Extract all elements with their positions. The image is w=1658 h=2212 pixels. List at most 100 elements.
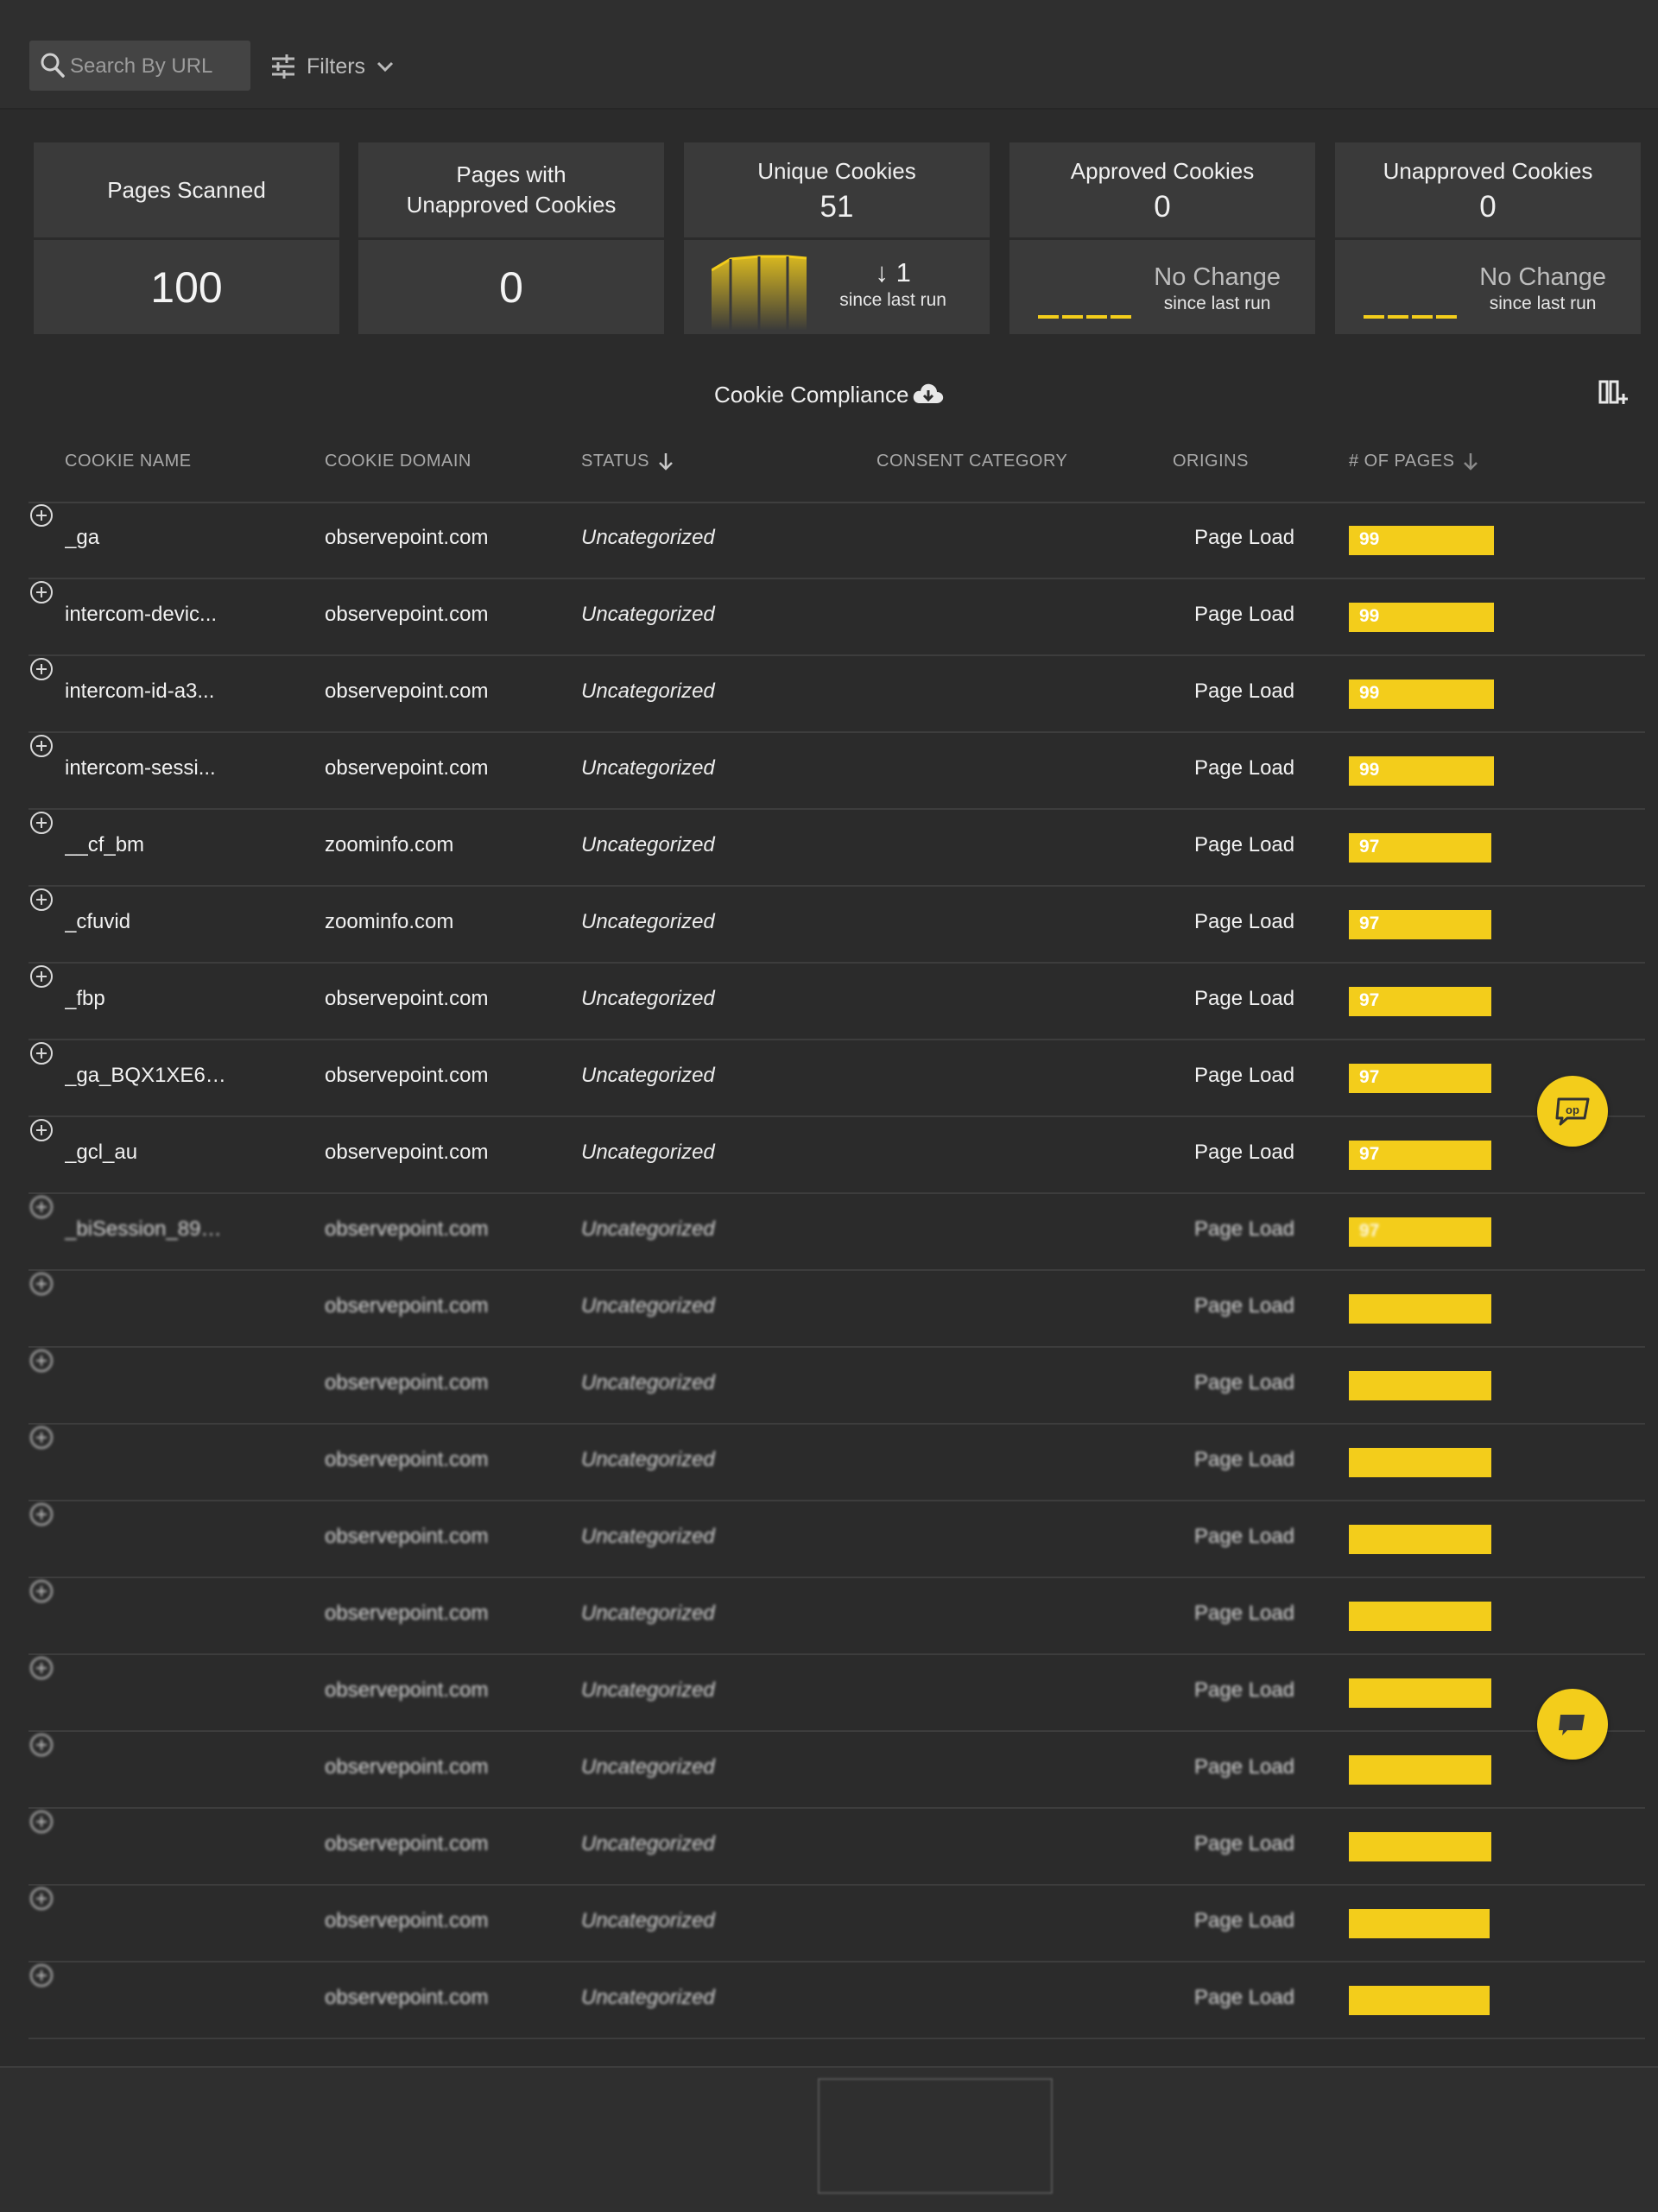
table-row[interactable]: observepoint.com Uncategorized Page Load: [28, 1271, 1645, 1348]
chat-fab-button[interactable]: op: [1537, 1076, 1608, 1147]
plus-circle-icon[interactable]: [28, 1042, 54, 1070]
table-row[interactable]: observepoint.com Uncategorized Page Load: [28, 1809, 1645, 1886]
cookie-origin: Page Load: [1194, 603, 1295, 626]
col-cookie-domain[interactable]: COOKIE DOMAIN: [325, 452, 471, 471]
pages-bar: 97: [1349, 910, 1491, 939]
card-value: 0: [1154, 189, 1171, 224]
table-row[interactable]: observepoint.com Uncategorized Page Load: [28, 1962, 1645, 2039]
cookie-origin: Page Load: [1194, 1448, 1295, 1471]
plus-circle-icon[interactable]: [28, 888, 54, 916]
cookie-domain: observepoint.com: [325, 603, 489, 626]
pages-count: 97: [1359, 1144, 1380, 1164]
pagination-control[interactable]: [818, 2078, 1053, 2194]
card-approved-cookies[interactable]: Approved Cookies 0 No Change since last …: [1009, 142, 1315, 334]
card-pages-unapproved[interactable]: Pages with Unapproved Cookies 0: [358, 142, 664, 334]
pages-count: 99: [1359, 529, 1380, 549]
cloud-download-icon[interactable]: [912, 380, 945, 408]
table-row[interactable]: _biSession_89A... observepoint.com Uncateg…: [28, 1194, 1645, 1271]
plus-circle-icon[interactable]: [28, 1349, 54, 1377]
search-input[interactable]: Search By URL: [29, 41, 250, 91]
cookie-status: Uncategorized: [581, 1909, 715, 1932]
plus-circle-icon[interactable]: [28, 1887, 54, 1915]
col-origins[interactable]: ORIGINS: [1173, 452, 1249, 471]
plus-circle-icon[interactable]: [28, 1580, 54, 1608]
cookie-status: Uncategorized: [581, 679, 715, 703]
column-settings-icon[interactable]: [1598, 378, 1628, 406]
col-num-pages[interactable]: # OF PAGES: [1349, 452, 1478, 471]
pages-bar: 99: [1349, 526, 1494, 555]
pages-count: 97: [1359, 990, 1380, 1010]
filters-label: Filters: [307, 54, 366, 79]
table-row[interactable]: _cfuvid zoominfo.com Uncategorized Page Loa…: [28, 887, 1645, 964]
cookie-name: intercom-devic...: [65, 603, 218, 626]
card-pages-scanned[interactable]: Pages Scanned 100: [34, 142, 339, 334]
cookie-name: intercom-sessi...: [65, 756, 216, 780]
help-fab-button[interactable]: [1537, 1689, 1608, 1760]
card-value: 0: [1479, 189, 1497, 224]
table-row[interactable]: observepoint.com Uncategorized Page Load: [28, 1578, 1645, 1655]
cookie-status: Uncategorized: [581, 1217, 715, 1241]
plus-circle-icon[interactable]: [28, 504, 54, 532]
pages-bar: 97: [1349, 833, 1491, 863]
card-unique-cookies[interactable]: Unique Cookies 51 ↓ 1 since last run: [684, 142, 990, 334]
table-row[interactable]: __cf_bm zoominfo.com Uncategorized Page Loa…: [28, 810, 1645, 887]
table-row[interactable]: observepoint.com Uncategorized Page Load: [28, 1501, 1645, 1578]
trend-value: No Change: [1154, 263, 1281, 291]
cookie-origin: Page Load: [1194, 756, 1295, 780]
plus-circle-icon[interactable]: [28, 1426, 54, 1454]
table-row[interactable]: observepoint.com Uncategorized Page Load: [28, 1348, 1645, 1425]
plus-circle-icon[interactable]: [28, 735, 54, 762]
section-header: Cookie Compliance: [0, 378, 1658, 413]
plus-circle-icon[interactable]: [28, 581, 54, 609]
card-title: Pages with Unapproved Cookies: [406, 161, 617, 218]
plus-circle-icon[interactable]: [28, 1273, 54, 1300]
plus-circle-icon[interactable]: [28, 1657, 54, 1684]
col-consent-category[interactable]: CONSENT CATEGORY: [876, 452, 1067, 471]
plus-circle-icon[interactable]: [28, 812, 54, 839]
plus-circle-icon[interactable]: [28, 1196, 54, 1223]
table-row[interactable]: _ga_BQX1XE6J1N observepoint.com Uncategori…: [28, 1040, 1645, 1117]
plus-circle-icon[interactable]: [28, 1811, 54, 1838]
plus-circle-icon[interactable]: [28, 1964, 54, 1992]
plus-circle-icon[interactable]: [28, 1119, 54, 1147]
cookie-status: Uncategorized: [581, 833, 715, 856]
col-cookie-name[interactable]: COOKIE NAME: [65, 452, 192, 471]
table-row[interactable]: intercom-devic... observepoint.com Uncateg…: [28, 579, 1645, 656]
plus-circle-icon[interactable]: [28, 1734, 54, 1761]
table-row[interactable]: _gcl_au observepoint.com Uncategorized Page…: [28, 1117, 1645, 1194]
cookie-domain: observepoint.com: [325, 1986, 489, 2009]
cookie-status: Uncategorized: [581, 1371, 715, 1394]
cookie-origin: Page Load: [1194, 1217, 1295, 1241]
table-row[interactable]: observepoint.com Uncategorized Page Load: [28, 1655, 1645, 1732]
plus-circle-icon[interactable]: [28, 965, 54, 993]
pages-bar: [1349, 1602, 1491, 1631]
card-value: 51: [820, 189, 854, 224]
table-row[interactable]: _ga observepoint.com Uncategorized Page Loa…: [28, 502, 1645, 579]
cookie-status: Uncategorized: [581, 1141, 715, 1164]
table-row[interactable]: observepoint.com Uncategorized Page Load: [28, 1886, 1645, 1962]
cookie-origin: Page Load: [1194, 679, 1295, 703]
cookie-name: _cfuvid: [65, 910, 131, 933]
cookie-status: Uncategorized: [581, 1064, 715, 1087]
pages-bar: [1349, 1832, 1491, 1861]
cookie-origin: Page Load: [1194, 1678, 1295, 1702]
table-row[interactable]: observepoint.com Uncategorized Page Load: [28, 1732, 1645, 1809]
card-unapproved-cookies[interactable]: Unapproved Cookies 0 No Change since las…: [1335, 142, 1641, 334]
col-status[interactable]: STATUS: [581, 452, 674, 471]
cookie-origin: Page Load: [1194, 1832, 1295, 1855]
cookie-name: _fbp: [65, 987, 105, 1010]
cookie-domain: observepoint.com: [325, 1678, 489, 1702]
table-row[interactable]: observepoint.com Uncategorized Page Load: [28, 1425, 1645, 1501]
plus-circle-icon[interactable]: [28, 658, 54, 686]
cookie-domain: observepoint.com: [325, 1602, 489, 1625]
table-row[interactable]: intercom-sessi... observepoint.com Uncateg…: [28, 733, 1645, 810]
cookie-status: Uncategorized: [581, 603, 715, 626]
plus-circle-icon[interactable]: [28, 1503, 54, 1531]
table-row[interactable]: intercom-id-a3... observepoint.com Uncateg…: [28, 656, 1645, 733]
cookie-domain: observepoint.com: [325, 756, 489, 780]
svg-text:op: op: [1566, 1103, 1579, 1116]
filters-button[interactable]: Filters: [270, 47, 395, 85]
pages-bar: 99: [1349, 603, 1494, 632]
table-row[interactable]: _fbp observepoint.com Uncategorized Page Lo…: [28, 964, 1645, 1040]
table-header: COOKIE NAME COOKIE DOMAIN STATUS CONSENT…: [28, 436, 1645, 503]
